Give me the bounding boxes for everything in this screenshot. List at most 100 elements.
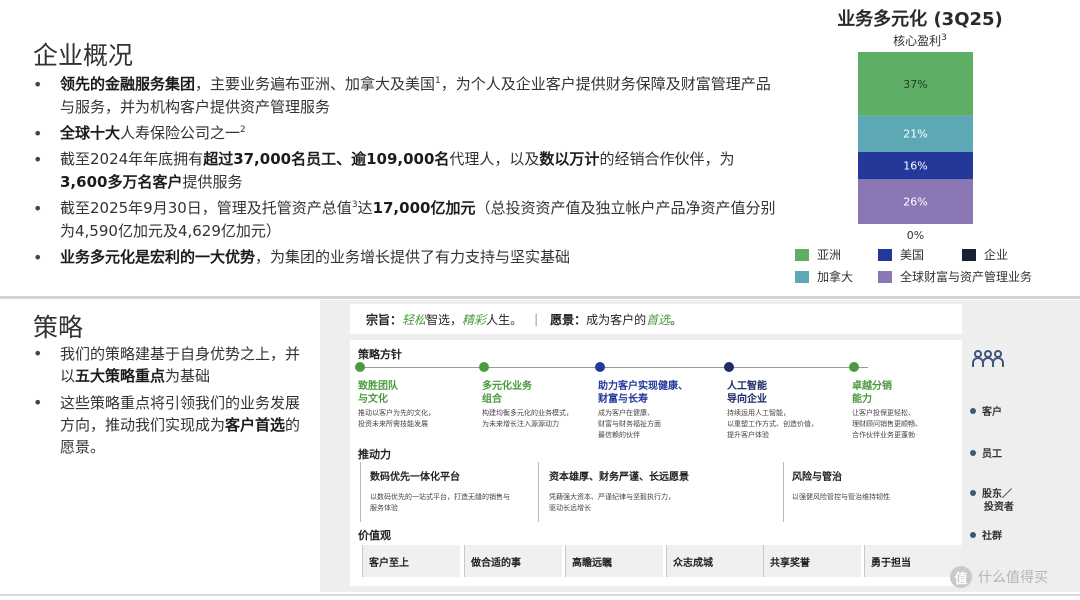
bullet-emphasis: 超过37,000名员工、逾109,000名 [203,150,450,168]
overview-bullet-list: 领先的金融服务集团，主要业务遍布亚洲、加拿大及美国1，为个人及企业客户提供财务保… [33,73,778,272]
plan-title: 助力客户实现健康、 财富与长寿 [598,381,688,405]
legend-item: 加拿大 [795,268,853,285]
plan-dot [355,362,365,372]
strategy-title: 策略 [33,313,84,342]
value-box: 高瞻远瞩 [565,545,663,577]
value-box: 众志成城 [666,545,764,577]
plan-description: 推动以客户为先的文化， 投资未来所需技能发展 [358,409,435,428]
strategy-bullet-list: 我们的策略建基于自身优势之上，并以五大策略重点为基础这些策略重点将引领我们的业务… [33,343,308,463]
bullet-text: 截至2025年9月30日，管理及托管资产总值 [60,199,352,217]
bar-segment-label: 16% [903,160,927,173]
legend-item: 美国 [878,246,924,263]
bullet-item: 领先的金融服务集团，主要业务遍布亚洲、加拿大及美国1，为个人及企业客户提供财务保… [33,73,778,119]
legend-swatch [962,248,976,261]
bullet-emphasis: 领先的金融服务集团 [60,75,196,93]
mission-vision-separator: | [534,312,539,326]
legend-swatch [795,248,809,261]
bar-segment-label: 21% [903,128,927,141]
bullet-item: 这些策略重点将引领我们的业务发展方向，推动我们实现成为客户首选的愿景。 [33,392,308,458]
legend-label: 企业 [984,248,1009,262]
bullet-item: 截至2024年年底拥有超过37,000名员工、逾109,000名代理人，以及数以… [33,148,778,194]
stakeholder-item: 客户 [970,406,1002,419]
stakeholder-bullet [970,532,976,538]
legend-label: 美国 [900,248,925,262]
legend-label: 全球财富与资产管理业务 [900,270,1033,284]
legend-item: 全球财富与资产管理业务 [878,268,1032,285]
vision-text-end: 。 [670,312,683,327]
legend-label: 加拿大 [817,270,854,284]
watermark-text: 什么值得买 [978,570,1048,586]
plan-dot [479,362,489,372]
bullet-emphasis: 数以万计 [539,150,600,168]
bullet-emphasis: 3,600多万名客户 [60,173,183,191]
plan-title: 多元化业务 组合 [482,381,532,405]
plan-description: 持续运用人工智能， 以重塑工作方式、创造价值， 提升客户体验 [727,409,818,439]
legend-label: 亚洲 [817,248,842,262]
vision-label: 愿景： [550,312,587,327]
driver-description: 以强健风险管控与管治维持韧性 [792,493,890,501]
stacked-bar-chart: 26% 16% 21% 37% 0% [858,52,973,242]
bullet-text: 的经销合作伙伴，为 [599,150,735,168]
stakeholder-label: 社群 [982,531,1002,542]
mission-keyword-1: 轻松 [402,312,427,327]
people-icon [972,350,1004,367]
watermark: 值 什么值得买 [950,566,1048,588]
plan-heading: 策略方针 [358,348,402,361]
bullet-item: 全球十大人寿保险公司之一2 [33,122,778,145]
value-box: 做合适的事 [464,545,562,577]
driver-divider [360,462,361,522]
driver-title: 风险与管治 [792,472,842,483]
overview-title: 企业概况 [33,41,134,70]
plan-timeline [358,367,868,368]
plan-description: 构建均衡多元化的业务模式， 为未来增长注入源源动力 [482,409,573,428]
bullet-item: 业务多元化是宏利的一大优势，为集团的业务增长提供了有力支持与坚实基础 [33,246,778,269]
plan-description: 成为客户在健康、 财富与财务福祉方面 最信赖的伙伴 [598,409,661,439]
vision-keyword: 首选 [646,312,671,327]
stakeholder-item: 社群 [970,530,1002,543]
stakeholder-bullet [970,450,976,456]
stakeholder-bullet [970,490,976,496]
driver-title: 资本雄厚、财务严谨、长远愿景 [549,472,689,483]
bullet-text: 提供服务 [182,173,243,191]
legend-swatch [878,270,892,283]
bottom-divider [0,594,1080,596]
driver-description: 凭藉强大资本、严谨纪律与坚毅执行力， 驱动长远增长 [549,493,675,512]
stakeholder-label: 客户 [982,407,1002,418]
mission-text-1: 智选， [426,312,463,327]
mission-vision-bar: 宗旨： 轻松 智选， 精彩 人生。 | 愿景： 成为客户的 首选 。 [350,304,962,334]
mission-text-2: 人生。 [486,312,523,327]
stakeholder-item: 股东／ 投资者 [970,488,1014,514]
section-divider [0,296,1080,299]
plan-title: 卓越分销 能力 [852,381,892,405]
bullet-emphasis: 业务多元化是宏利的一大优势 [60,248,256,266]
legend-item: 亚洲 [795,246,841,263]
bar-segment-label: 0% [907,229,924,242]
watermark-logo-icon: 值 [950,566,972,588]
legend-swatch [795,270,809,283]
bullet-text: ，为集团的业务增长提供了有力支持与坚实基础 [255,248,571,266]
driver-description: 以数码优先的一站式平台，打造无缝的销售与 服务体验 [370,493,510,512]
plan-title: 致胜团队 与文化 [358,381,398,405]
bullet-text: 代理人，以及 [449,150,540,168]
stakeholder-label: 股东／ 投资者 [970,489,1014,513]
value-box: 客户至上 [362,545,460,577]
legend-swatch [878,248,892,261]
bullet-item: 我们的策略建基于自身优势之上，并以五大策略重点为基础 [33,343,308,387]
bullet-emphasis: 全球十大 [60,124,121,142]
bullet-text: 人寿保险公司之一 [120,124,241,142]
values-heading: 价值观 [358,529,391,542]
bullet-item: 截至2025年9月30日，管理及托管资产总值3达17,000亿加元（总投资资产值… [33,197,778,243]
bar-segment-label: 37% [903,78,927,91]
mission-label: 宗旨： [366,312,403,327]
driver-divider [783,462,784,522]
bar-segment-label: 26% [903,196,927,209]
bullet-text: 为基础 [165,367,211,385]
drivers-heading: 推动力 [358,448,391,461]
bullet-emphasis: 17,000亿加元 [372,199,476,217]
mission-keyword-2: 精彩 [462,312,487,327]
stakeholder-item: 员工 [970,448,1002,461]
vision-text: 成为客户的 [586,312,647,327]
driver-divider [538,462,539,522]
plan-title: 人工智能 导向企业 [727,381,767,405]
value-box: 勇于担当 [864,545,962,577]
